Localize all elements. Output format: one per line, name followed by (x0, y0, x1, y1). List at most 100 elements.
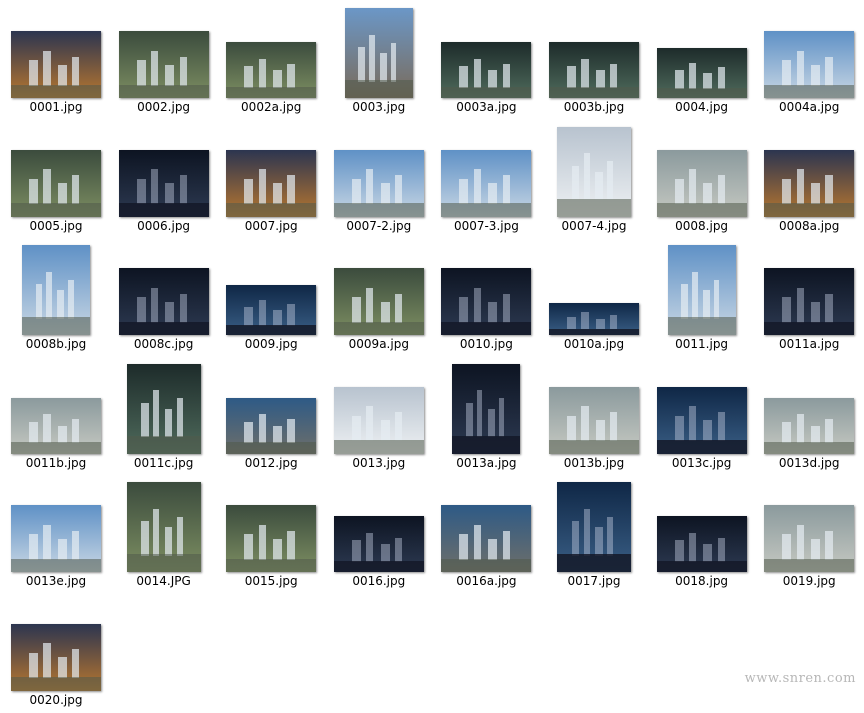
image-thumbnail[interactable] (126, 482, 201, 572)
image-thumbnail[interactable] (118, 31, 209, 98)
thumbnail-frame (6, 362, 106, 454)
building-shape (394, 175, 403, 205)
file-tile[interactable]: 0004.jpg (648, 2, 756, 120)
file-tile[interactable]: 0007-4.jpg (540, 121, 648, 239)
image-thumbnail[interactable] (11, 149, 101, 217)
file-tile[interactable]: 0009a.jpg (325, 239, 433, 357)
ground-shape (549, 328, 639, 335)
file-tile[interactable]: 0012.jpg (217, 358, 325, 476)
file-tile[interactable]: 0020.jpg (2, 595, 110, 713)
image-thumbnail[interactable] (441, 42, 532, 98)
thumbnail-frame (759, 243, 859, 335)
building-shape (717, 67, 725, 89)
image-thumbnail[interactable] (11, 31, 101, 98)
image-thumbnail[interactable] (118, 149, 209, 217)
file-tile[interactable]: 0013b.jpg (540, 358, 648, 476)
file-tile[interactable]: 0002.jpg (110, 2, 218, 120)
file-tile[interactable]: 0010.jpg (432, 239, 540, 357)
file-tile[interactable]: 0013d.jpg (755, 358, 863, 476)
image-thumbnail[interactable] (764, 149, 855, 217)
building-shape (165, 64, 175, 86)
building-shape (244, 66, 254, 88)
file-name-label: 0011c.jpg (133, 455, 194, 470)
file-tile[interactable]: 0013e.jpg (2, 476, 110, 594)
file-tile[interactable]: 0007-2.jpg (325, 121, 433, 239)
file-tile[interactable]: 0018.jpg (648, 476, 756, 594)
image-thumbnail[interactable] (452, 363, 521, 454)
file-tile[interactable]: 0007-3.jpg (432, 121, 540, 239)
image-thumbnail[interactable] (441, 505, 532, 572)
file-tile[interactable]: 0016a.jpg (432, 476, 540, 594)
file-tile[interactable]: 0014.JPG (110, 476, 218, 594)
image-thumbnail[interactable] (11, 505, 101, 572)
image-thumbnail[interactable] (549, 42, 639, 98)
image-thumbnail[interactable] (333, 386, 424, 454)
building-shape (380, 301, 390, 323)
file-name-label: 0019.jpg (782, 574, 836, 588)
image-thumbnail[interactable] (226, 285, 317, 335)
file-tile[interactable]: 0008c.jpg (110, 239, 218, 357)
image-thumbnail[interactable] (764, 397, 855, 454)
file-tile[interactable]: 0016.jpg (325, 476, 433, 594)
file-tile[interactable]: 0003b.jpg (540, 2, 648, 120)
file-tile[interactable]: 0019.jpg (755, 476, 863, 594)
file-tile[interactable]: 0007.jpg (217, 121, 325, 239)
building-shape (258, 414, 266, 444)
file-tile[interactable]: 0010a.jpg (540, 239, 648, 357)
file-tile[interactable]: 0004a.jpg (755, 2, 863, 120)
image-thumbnail[interactable] (333, 268, 424, 335)
image-thumbnail[interactable] (764, 505, 855, 572)
file-tile[interactable]: 0008.jpg (648, 121, 756, 239)
image-thumbnail[interactable] (118, 268, 209, 335)
image-thumbnail[interactable] (549, 303, 639, 335)
image-thumbnail[interactable] (656, 516, 747, 572)
image-thumbnail[interactable] (764, 31, 855, 98)
image-thumbnail[interactable] (126, 363, 201, 454)
building-shape (488, 538, 498, 560)
image-thumbnail[interactable] (656, 48, 747, 98)
image-thumbnail[interactable] (441, 149, 532, 217)
file-tile[interactable]: 0006.jpg (110, 121, 218, 239)
image-thumbnail[interactable] (667, 245, 736, 335)
file-tile[interactable]: 0003a.jpg (432, 2, 540, 120)
file-tile[interactable]: 0013.jpg (325, 358, 433, 476)
image-thumbnail[interactable] (11, 397, 101, 454)
thumbnail-frame (114, 480, 214, 572)
file-tile[interactable]: 0005.jpg (2, 121, 110, 239)
file-tile[interactable]: 0015.jpg (217, 476, 325, 594)
file-tile[interactable]: 0003.jpg (325, 2, 433, 120)
file-tile[interactable]: 0013a.jpg (432, 358, 540, 476)
building-shape (29, 652, 38, 679)
image-thumbnail[interactable] (333, 149, 424, 217)
image-thumbnail[interactable] (441, 268, 532, 335)
file-tile[interactable]: 0008b.jpg (2, 239, 110, 357)
file-tile[interactable]: 0001.jpg (2, 2, 110, 120)
image-thumbnail[interactable] (764, 268, 855, 335)
image-thumbnail[interactable] (11, 623, 101, 691)
image-thumbnail[interactable] (226, 149, 317, 217)
image-thumbnail[interactable] (557, 126, 631, 217)
image-thumbnail[interactable] (344, 8, 413, 98)
thumbnail-frame (436, 125, 536, 217)
file-tile[interactable]: 0002a.jpg (217, 2, 325, 120)
file-tile[interactable]: 0011.jpg (648, 239, 756, 357)
file-tile[interactable]: 0011c.jpg (110, 358, 218, 476)
image-thumbnail[interactable] (557, 482, 631, 572)
image-thumbnail[interactable] (226, 42, 317, 98)
image-thumbnail[interactable] (333, 516, 424, 572)
image-thumbnail[interactable] (656, 149, 747, 217)
file-tile[interactable]: 0008a.jpg (755, 121, 863, 239)
file-tile[interactable]: 0011b.jpg (2, 358, 110, 476)
image-thumbnail[interactable] (549, 386, 639, 454)
file-tile[interactable]: 0017.jpg (540, 476, 648, 594)
building-shape (703, 544, 713, 562)
image-thumbnail[interactable] (226, 505, 317, 572)
image-thumbnail[interactable] (226, 397, 317, 454)
image-thumbnail[interactable] (656, 386, 747, 454)
building-shape (583, 153, 590, 201)
file-tile[interactable]: 0013c.jpg (648, 358, 756, 476)
file-tile[interactable]: 0011a.jpg (755, 239, 863, 357)
file-tile[interactable]: 0009.jpg (217, 239, 325, 357)
building-shape (43, 50, 51, 86)
image-thumbnail[interactable] (22, 245, 90, 335)
